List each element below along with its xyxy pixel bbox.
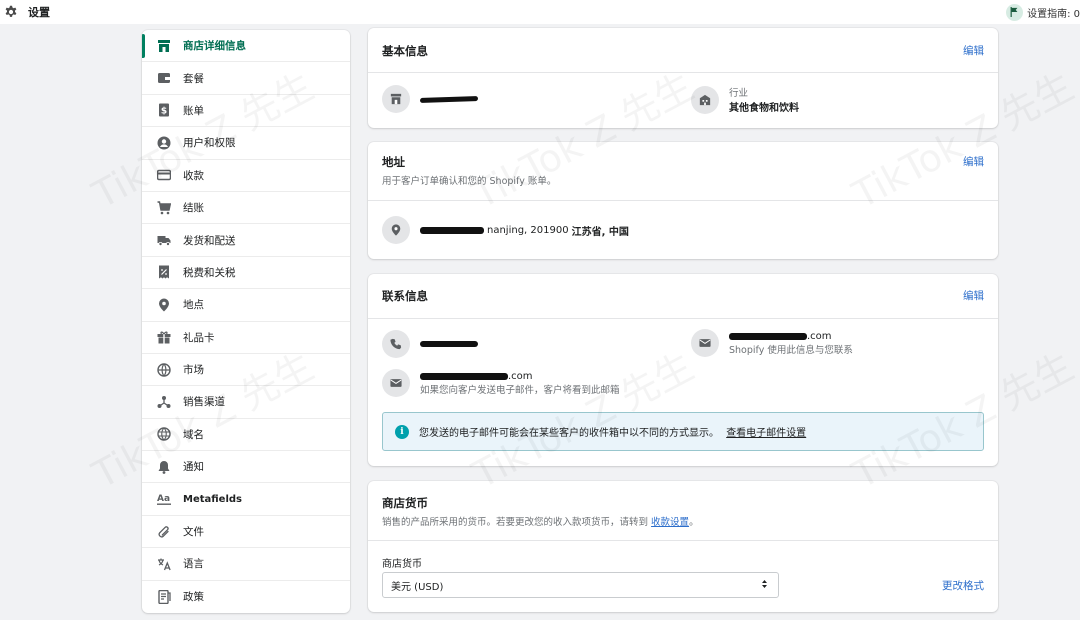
metafields-icon: Aa: [157, 492, 171, 506]
sidebar-item-files[interactable]: 文件: [142, 516, 350, 549]
basic-info-edit-link[interactable]: 编辑: [963, 43, 984, 58]
currency-select[interactable]: 美元 (USD): [382, 572, 779, 598]
address-region: 江苏省, 中国: [571, 226, 629, 238]
user-circle-icon: [157, 136, 171, 150]
basic-info-card: 基本信息 编辑 行业 其他食物和饮料: [368, 28, 998, 128]
policy-icon: [157, 589, 171, 604]
basic-info-title: 基本信息: [382, 44, 428, 58]
sidebar-item-policies[interactable]: 政策: [142, 581, 350, 613]
change-format-link[interactable]: 更改格式: [942, 578, 984, 593]
page-title: 设置: [28, 6, 50, 19]
select-arrows-icon: [761, 579, 768, 592]
store-name-redacted: [419, 95, 479, 103]
industry-label: 行业: [729, 88, 749, 99]
location-pin-icon: [157, 298, 171, 312]
translate-icon: [157, 557, 171, 571]
email2-redacted: [420, 372, 508, 380]
sidebar-item-markets[interactable]: 市场: [142, 354, 350, 387]
contact-title: 联系信息: [382, 289, 428, 303]
divider: [368, 318, 998, 319]
currency-subtitle: 销售的产品所采用的货币。若要更改您的收入款项货币，请转到 收款设置。: [382, 517, 699, 528]
sidebar-item-checkout[interactable]: 结账: [142, 192, 350, 225]
bell-icon: [157, 460, 171, 474]
currency-title: 商店货币: [382, 496, 428, 510]
email-settings-link[interactable]: 查看电子邮件设置: [726, 428, 806, 439]
sidebar-item-gift-cards[interactable]: 礼品卡: [142, 322, 350, 354]
street-redacted: [420, 226, 484, 234]
industry-value: 其他食物和饮料: [729, 103, 799, 114]
sidebar-item-billing[interactable]: $ 账单: [142, 95, 350, 128]
address-edit-link[interactable]: 编辑: [963, 154, 984, 169]
banner-text: 您发送的电子邮件可能会在某些客户的收件箱中以不同的方式显示。: [419, 428, 719, 439]
sidebar-item-notifications[interactable]: 通知: [142, 451, 350, 484]
sidebar-item-store-details[interactable]: 商店详细信息: [142, 30, 350, 63]
info-icon: i: [395, 424, 409, 439]
location-pin-icon: [382, 216, 410, 244]
setup-guide-button[interactable]: 设置指南: 0: [1006, 3, 1080, 21]
channels-icon: [157, 395, 171, 409]
sidebar-item-locations[interactable]: 地点: [142, 289, 350, 322]
credit-card-icon: [157, 168, 171, 182]
receipt-percent-icon: [157, 265, 171, 279]
sidebar-item-domains[interactable]: 域名: [142, 419, 350, 452]
currency-selected-value: 美元 (USD): [391, 581, 444, 593]
gift-icon: [157, 330, 171, 344]
sidebar-item-metafields[interactable]: Aa Metafields: [142, 483, 350, 516]
flag-icon: [1006, 3, 1024, 21]
sidebar-item-users[interactable]: 用户和权限: [142, 127, 350, 160]
contact-card: 联系信息 编辑 .com Shopify 使用此信息与您联系 .com 如果您向…: [368, 274, 998, 466]
email1-note: Shopify 使用此信息与您联系: [729, 344, 853, 356]
currency-field-label: 商店货币: [382, 559, 422, 570]
mail-icon: [691, 329, 719, 357]
address-line: nanjing, 201900: [487, 224, 569, 236]
building-icon: [691, 85, 719, 114]
cart-icon: [157, 200, 171, 215]
setup-guide-label: 设置指南: 0: [1027, 8, 1080, 20]
gear-icon: [4, 5, 18, 19]
email-info-banner: i 您发送的电子邮件可能会在某些客户的收件箱中以不同的方式显示。 查看电子邮件设…: [382, 412, 984, 451]
sidebar-item-shipping[interactable]: 发货和配送: [142, 224, 350, 257]
sidebar-item-sales-channels[interactable]: 销售渠道: [142, 386, 350, 419]
currency-card: 商店货币 销售的产品所采用的货币。若要更改您的收入款项货币，请转到 收款设置。 …: [368, 481, 998, 612]
sidebar-item-plan[interactable]: 套餐: [142, 62, 350, 95]
address-subtitle: 用于客户订单确认和您的 Shopify 账单。: [382, 176, 557, 187]
svg-text:Aa: Aa: [157, 494, 170, 504]
email1-redacted: [729, 332, 807, 340]
phone-icon: [382, 330, 410, 358]
top-bar: 设置 设置指南: 0: [0, 0, 1080, 24]
sidebar-item-taxes[interactable]: 税费和关税: [142, 257, 350, 290]
sidebar-item-languages[interactable]: 语言: [142, 548, 350, 581]
bill-dollar-icon: $: [157, 103, 171, 117]
phone-redacted: [420, 341, 478, 347]
divider: [368, 540, 998, 541]
divider: [368, 200, 998, 201]
address-title: 地址: [382, 155, 405, 169]
paperclip-icon: [157, 525, 171, 539]
store-icon: [382, 85, 410, 113]
settings-sidebar: 商店详细信息 套餐 $ 账单 用户和权限 收款 结账 发货和配送 税费和关税 地…: [142, 30, 350, 613]
address-card: 地址 用于客户订单确认和您的 Shopify 账单。 编辑 nanjing, 2…: [368, 142, 998, 259]
globe-market-icon: [157, 362, 171, 377]
contact-edit-link[interactable]: 编辑: [963, 288, 984, 303]
globe-icon: [157, 427, 171, 442]
svg-text:$: $: [161, 107, 167, 117]
sidebar-item-payments[interactable]: 收款: [142, 160, 350, 192]
payments-settings-link[interactable]: 收款设置: [651, 517, 689, 528]
email1-domain: .com: [807, 330, 832, 342]
store-icon: [157, 39, 171, 53]
mail-icon: [382, 369, 410, 397]
truck-icon: [157, 233, 171, 247]
email2-note: 如果您向客户发送电子邮件，客户将看到此邮箱: [420, 384, 620, 396]
divider: [368, 72, 998, 73]
email2-domain: .com: [508, 370, 533, 382]
wallet-icon: [157, 71, 171, 85]
